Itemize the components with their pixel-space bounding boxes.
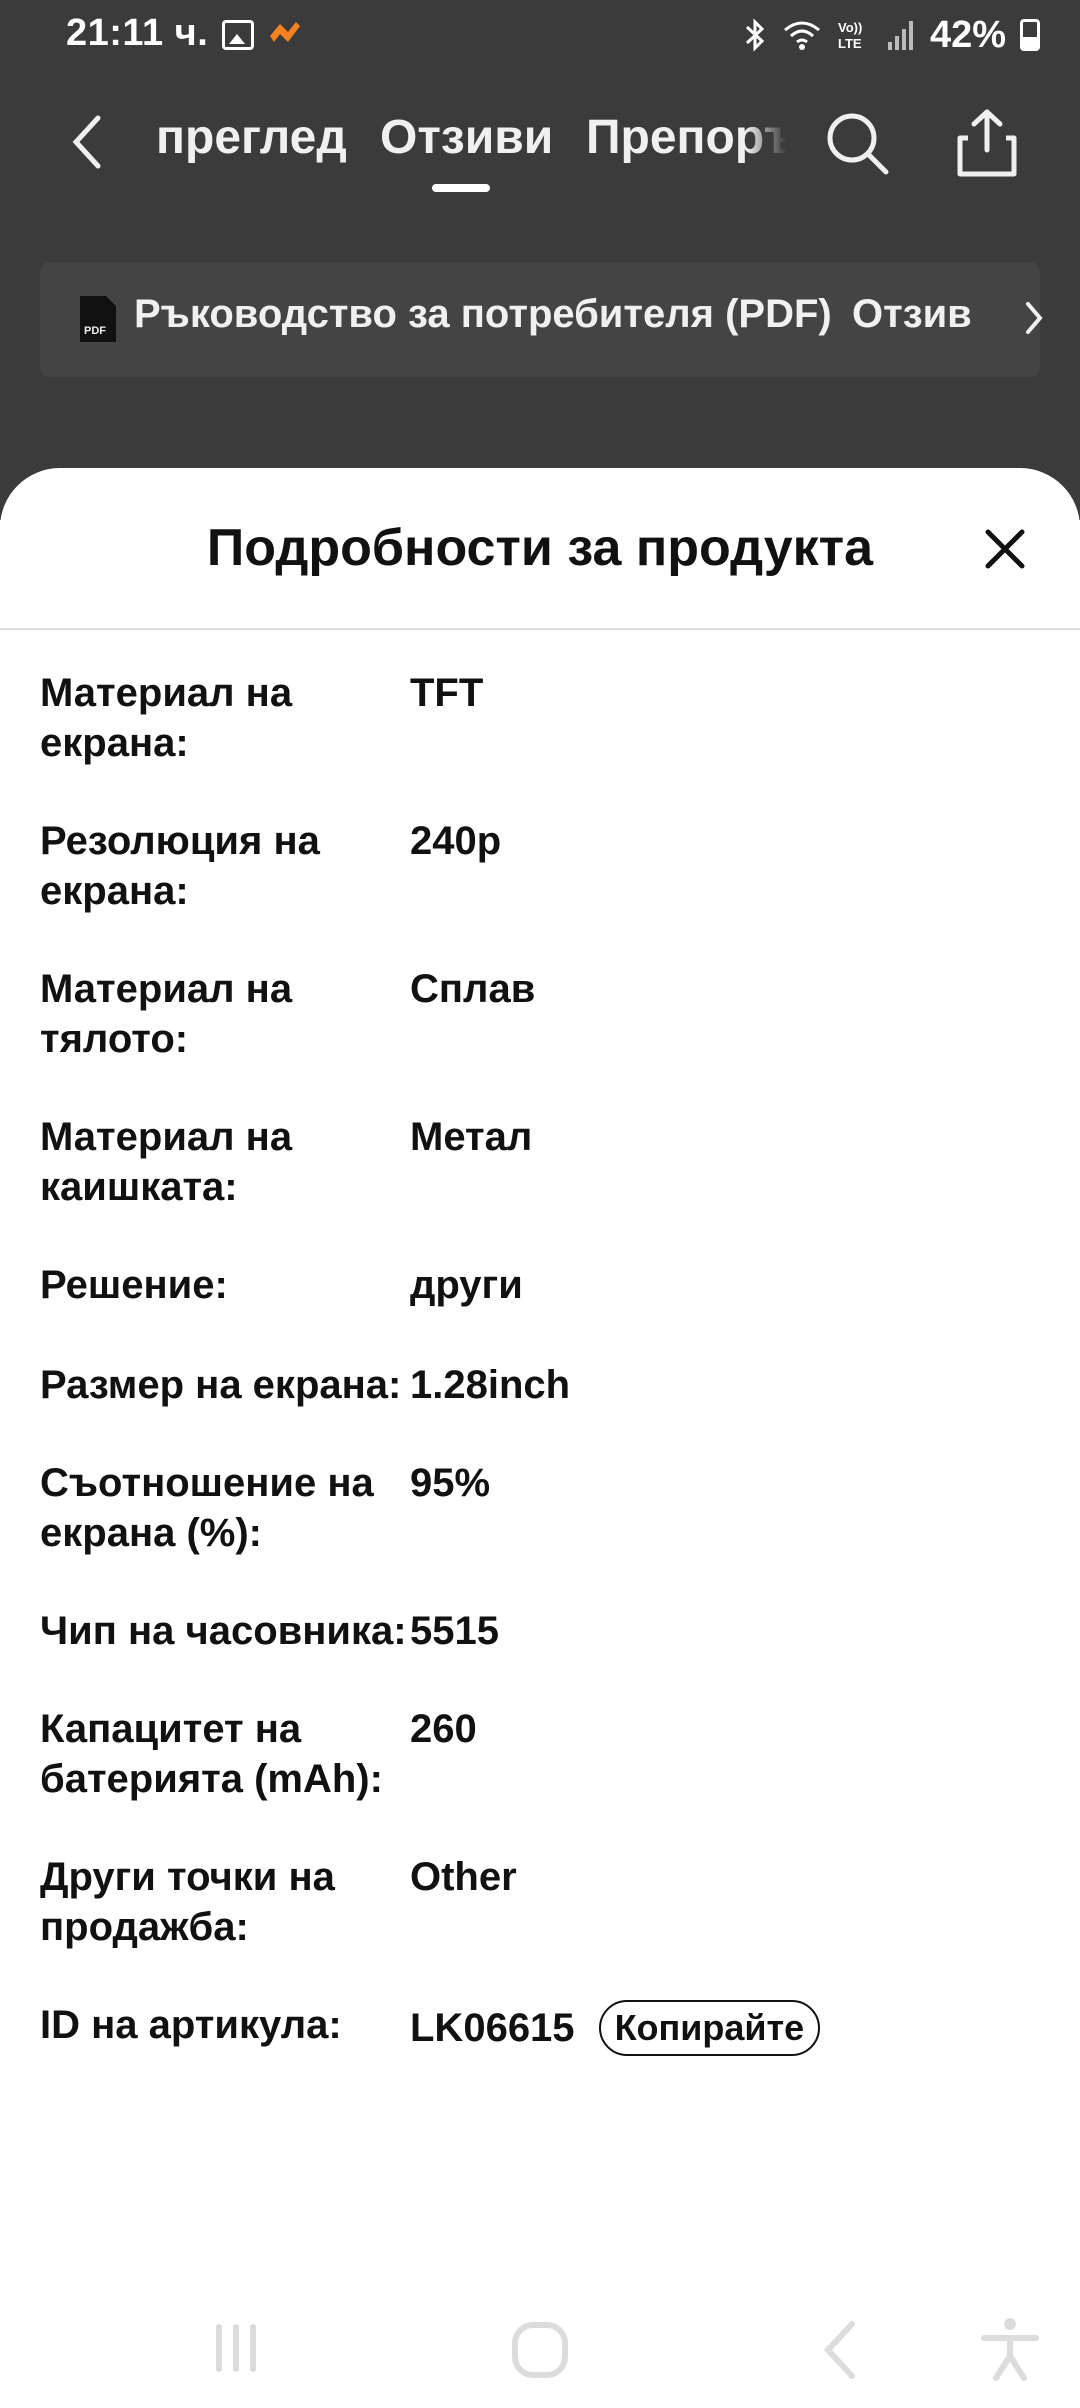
detail-row: Материал на тялото: Сплав bbox=[40, 964, 1040, 1064]
svg-text:LTE: LTE bbox=[838, 36, 862, 51]
detail-label: Материал на каишката: bbox=[40, 1115, 293, 1209]
copy-button[interactable]: Копирайте bbox=[598, 2000, 821, 2056]
tab-overview[interactable]: преглед bbox=[156, 110, 347, 165]
detail-label: Чип на часовника: bbox=[40, 1609, 407, 1653]
detail-label: Резолюция на екрана: bbox=[40, 819, 320, 913]
volte-icon: Vo))LTE bbox=[838, 20, 862, 51]
home-icon[interactable] bbox=[510, 2320, 570, 2380]
user-manual-label[interactable]: Ръководство за потребителя (PDF) bbox=[134, 292, 832, 337]
detail-value: 1.28inch bbox=[410, 1363, 571, 1407]
detail-row-item-id: ID на артикула: LK06615 Копирайте bbox=[40, 2000, 1040, 2056]
detail-row: Материал на каишката: Метал bbox=[40, 1112, 1040, 1212]
sheet-divider bbox=[0, 628, 1080, 630]
sheet-title: Подробности за продукта bbox=[206, 519, 874, 577]
detail-value: 240p bbox=[410, 819, 502, 863]
detail-value: Other bbox=[410, 1855, 517, 1899]
detail-row: Чип на часовника: 5515 bbox=[40, 1606, 1040, 1656]
battery-icon bbox=[1020, 19, 1040, 51]
recent-apps-icon[interactable] bbox=[208, 2320, 264, 2376]
status-bar: 21:11 ч. Vo)) LTE 42% bbox=[0, 0, 1080, 70]
share-icon[interactable] bbox=[954, 106, 1020, 180]
signal-icon bbox=[887, 21, 913, 50]
detail-label: Размер на екрана: bbox=[40, 1363, 402, 1407]
detail-label: Капацитет на батерията (mAh): bbox=[40, 1707, 383, 1801]
wifi-icon bbox=[783, 21, 820, 50]
tab-recommendations[interactable]: Препоръчани bbox=[586, 110, 786, 165]
detail-row: Капацитет на батерията (mAh): 260 bbox=[40, 1704, 1040, 1804]
svg-text:Vo)): Vo)) bbox=[838, 20, 862, 35]
detail-value: 95% bbox=[410, 1461, 491, 1505]
back-arrow-icon[interactable] bbox=[64, 112, 114, 172]
back-nav-icon[interactable] bbox=[820, 2320, 860, 2380]
detail-label: Материал на тялото: bbox=[40, 967, 293, 1061]
detail-value: други bbox=[410, 1263, 523, 1307]
battery-percentage: 42% bbox=[929, 13, 1006, 56]
bluetooth-icon bbox=[745, 18, 765, 52]
detail-row: Решение: други bbox=[40, 1260, 1040, 1310]
user-manual-row[interactable]: PDF Ръководство за потребителя (PDF) Отз… bbox=[40, 262, 1043, 377]
accessibility-icon[interactable] bbox=[980, 2316, 1040, 2382]
detail-value: Метал bbox=[410, 1115, 533, 1159]
review-link[interactable]: Отзив bbox=[852, 292, 972, 337]
chevron-right-icon bbox=[1026, 302, 1043, 334]
top-navigation: преглед Отзиви Препоръчани bbox=[0, 90, 1080, 200]
detail-label: Съотношение на екрана (%): bbox=[40, 1461, 374, 1555]
status-right-icons: Vo)) LTE 42% bbox=[742, 10, 1040, 60]
details-list: Материал на екрана: TFT Резолюция на екр… bbox=[40, 668, 1040, 2056]
search-icon[interactable] bbox=[822, 108, 892, 178]
detail-row: Резолюция на екрана: 240p bbox=[40, 816, 1040, 916]
detail-value: Сплав bbox=[410, 967, 536, 1011]
tab-reviews[interactable]: Отзиви bbox=[380, 110, 553, 165]
detail-label: Материал на екрана: bbox=[40, 671, 293, 765]
item-id-value: LK06615 bbox=[410, 2006, 575, 2050]
detail-value: TFT bbox=[410, 671, 484, 715]
pdf-icon: PDF bbox=[80, 296, 116, 342]
svg-text:PDF: PDF bbox=[84, 325, 106, 337]
detail-row: Размер на екрана: 1.28inch bbox=[40, 1360, 1040, 1410]
detail-label: Други точки на продажба: bbox=[40, 1855, 335, 1949]
detail-value: 260 bbox=[410, 1707, 477, 1751]
detail-label: ID на артикула: bbox=[40, 2003, 342, 2047]
detail-row: Материал на екрана: TFT bbox=[40, 668, 1040, 768]
app-notification-icon bbox=[270, 22, 300, 42]
detail-row: Други точки на продажба: Other bbox=[40, 1852, 1040, 1952]
detail-value-container: LK06615 Копирайте bbox=[410, 2000, 821, 2056]
dimmed-background-page: 21:11 ч. Vo)) LTE 42% преглед Отзиви Преп… bbox=[0, 0, 1080, 520]
close-icon[interactable] bbox=[980, 524, 1030, 574]
status-time: 21:11 ч. bbox=[66, 12, 209, 54]
detail-label: Решение: bbox=[40, 1263, 228, 1307]
product-details-sheet: Подробности за продукта Материал на екра… bbox=[0, 468, 1080, 2408]
system-navigation-bar bbox=[0, 2290, 1080, 2408]
gallery-icon bbox=[222, 20, 254, 50]
active-tab-indicator bbox=[432, 184, 490, 192]
detail-value: 5515 bbox=[410, 1609, 499, 1653]
detail-row: Съотношение на екрана (%): 95% bbox=[40, 1458, 1040, 1558]
